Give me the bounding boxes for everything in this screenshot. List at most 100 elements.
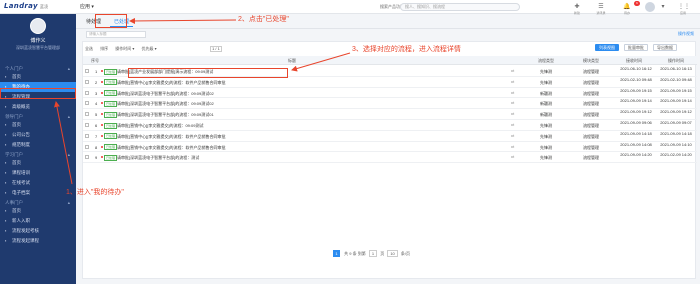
- page-size-input[interactable]: 10: [387, 250, 398, 257]
- row-checkbox[interactable]: [85, 101, 89, 106]
- sidebar-item-hr-home[interactable]: ▪ 首页: [0, 206, 76, 216]
- row-module: 流程管理: [583, 69, 599, 74]
- table-row[interactable]: 2 已处理 请审批[营销中心][李文雅提交]的流程：软件产品销售合同审批 ⇄ 先锋测 流程…: [83, 77, 697, 88]
- export-button[interactable]: 导出数据: [653, 44, 677, 51]
- row-checkbox[interactable]: [85, 90, 89, 95]
- row-checkbox[interactable]: [85, 79, 89, 84]
- status-badge: 已处理: [104, 111, 118, 118]
- list-view-button[interactable]: 列表视图: [595, 44, 619, 51]
- row-title-link[interactable]: 请审批[深圳蓝凌电子智慧平台部]的流程：09:09测试02: [117, 101, 214, 107]
- sidebar-item-overview[interactable]: ▪ 高级概览: [0, 102, 76, 112]
- flow-icon: ⇄: [511, 100, 515, 106]
- new-icon[interactable]: ✚ 新建: [572, 2, 582, 15]
- batch-approve-button[interactable]: 批量审批: [624, 44, 648, 51]
- app-logo[interactable]: Landray 蓝凌: [4, 2, 48, 10]
- table-row[interactable]: 3 已处理 请审批[深圳蓝凌电子智慧平台部]的流程：09:09测试02 ⇄ 新疆测 流程管…: [83, 88, 697, 99]
- pagination: 1 共 9 条 到第 1 页 10 条/页: [333, 250, 410, 258]
- table-row[interactable]: 5 已处理 请审批[深圳蓝凌电子智慧平台部]的流程：09:09测试01 ⇄ 新疆测 流程管…: [83, 109, 697, 120]
- table-row[interactable]: 4 已处理 请审批[深圳蓝凌电子智慧平台部]的流程：09:09测试02 ⇄ 新疆测 流程管…: [83, 98, 697, 110]
- section-learning[interactable]: 学习门户 ▴: [0, 150, 76, 158]
- sort-by-priority[interactable]: 优先级 ▾: [142, 46, 157, 51]
- sidebar-item-announcements[interactable]: ▪ 公司公告: [0, 130, 76, 140]
- annotation-step3: 3、选择对应的流程，进入流程详情: [352, 46, 461, 53]
- page-indicator: 1 / 1: [210, 46, 222, 52]
- page-current[interactable]: 1: [333, 250, 340, 257]
- apps-grid-icon[interactable]: ⋮⋮ 应用: [678, 2, 690, 15]
- row-title-link[interactable]: 请审批[营销中心][李文雅提交]的流程：09:09测试: [117, 123, 203, 129]
- flow-icon: ⇄: [511, 111, 515, 117]
- chevron-up-icon: ▴: [67, 200, 70, 205]
- bell-icon[interactable]: 🔔 待办: [622, 2, 632, 15]
- table-row[interactable]: 9 已处理 请审批[深圳蓝凌电子智慧平台部]的流程：测试 ⇄ 先锋测 流程管理 2021-0…: [83, 152, 697, 164]
- status-badge: 已处理: [104, 68, 118, 75]
- section-hr[interactable]: 人事门户 ▴: [0, 198, 76, 206]
- row-number: 6: [95, 123, 98, 128]
- row-operated-time: 2021-09-09 09:07: [660, 120, 692, 125]
- sidebar-item-process-course[interactable]: ▪ 流程发起课程: [0, 236, 76, 246]
- home-icon: ▪: [5, 160, 7, 165]
- status-badge: 已处理: [104, 144, 118, 151]
- col-no: 序号: [91, 58, 99, 63]
- row-operated-time: 2021-09-09 19:12: [660, 109, 692, 115]
- priority-dot: [101, 113, 103, 116]
- row-checkbox[interactable]: [85, 155, 89, 160]
- highlight-processed-tab: [95, 14, 127, 28]
- sidebar-item-exams[interactable]: ▪ 在线考试: [0, 178, 76, 188]
- row-received-time: 2021-09-09 14:20: [620, 152, 652, 158]
- row-title-link[interactable]: 请审批[营销中心][李文雅提交]的流程：软件产品销售合同审批: [117, 134, 225, 140]
- row-checkbox[interactable]: [85, 144, 89, 149]
- status-badge: 已处理: [104, 79, 118, 86]
- contacts-icon[interactable]: ☰ 通讯录: [596, 2, 606, 15]
- row-operated-time: 2021-09-09 14:18: [660, 130, 692, 136]
- app-menu-dropdown[interactable]: 应用 ▾: [80, 3, 94, 10]
- sidebar-item-home[interactable]: ▪ 首页: [0, 72, 76, 82]
- row-title-link[interactable]: 请审批[深圳蓝凌电子智慧平台部]的流程：09:09测试01: [117, 112, 214, 118]
- table-header: 序号 标题 流程类型 模块类型 接收时间 操作时间: [83, 56, 697, 65]
- sidebar-item-archive[interactable]: ▪ 电子档案: [0, 188, 76, 198]
- notification-badge: 6: [634, 1, 640, 6]
- sidebar-item-learning-home[interactable]: ▪ 首页: [0, 158, 76, 168]
- avatar[interactable]: [645, 2, 655, 12]
- row-checkbox[interactable]: [85, 69, 89, 73]
- sidebar-item-rules[interactable]: ▪ 规范制度: [0, 140, 76, 150]
- row-module: 流程管理: [583, 144, 599, 150]
- row-operated-time: 2021-09-09 14:10: [660, 141, 692, 147]
- global-search-input[interactable]: 搜人、搜知识、搜流程: [400, 3, 520, 11]
- row-checkbox[interactable]: [85, 112, 89, 117]
- row-title-link[interactable]: 请审批[深圳蓝凌电子智慧平台部]的流程：测试: [117, 155, 199, 161]
- row-title-link[interactable]: 请审批[营销中心][李文雅提交]的流程：软件产品销售合同审批: [117, 80, 225, 86]
- priority-dot: [101, 134, 103, 137]
- section-personal[interactable]: 个人门户 ▴: [0, 64, 76, 72]
- row-operated-time: 2021-06-10 16:13: [660, 66, 692, 71]
- table-row[interactable]: 8 已处理 请审批[营销中心][李文雅提交]的流程：软件产品销售合同审批 ⇄ 先锋测 流程…: [83, 142, 697, 153]
- row-title-link[interactable]: 请审批[深圳蓝凌电子智慧平台部]的流程：09:09测试02: [117, 91, 214, 97]
- row-module: 流程管理: [583, 79, 599, 85]
- user-profile: 傅作义 深圳蓝凌智慧平台管理部: [0, 14, 76, 64]
- user-avatar[interactable]: [30, 18, 46, 34]
- table-row[interactable]: 7 已处理 请审批[营销中心][李文雅提交]的流程：软件产品销售合同审批 ⇄ 先锋测 流程…: [83, 131, 697, 142]
- row-title-link[interactable]: 请审批[营销中心][李文雅提交]的流程：软件产品销售合同审批: [117, 145, 225, 151]
- annotation-step1: 1、进入"我的待办": [66, 189, 124, 196]
- sidebar-item-process-exam[interactable]: ▪ 流程发起考核: [0, 226, 76, 236]
- row-operated-time: 2021-09-09 19:14: [660, 98, 692, 104]
- help-video-link[interactable]: 操作视频: [678, 31, 694, 37]
- table-row[interactable]: 6 已处理 请审批[营销中心][李文雅提交]的流程：09:09测试 ⇄ 先锋测 流程管理 2…: [83, 120, 697, 131]
- chevron-down-icon[interactable]: ▾: [658, 2, 668, 12]
- sidebar-item-leader-home[interactable]: ▪ 首页: [0, 120, 76, 130]
- home-icon: ▪: [5, 74, 7, 79]
- top-bar: Landray 蓝凌 应用 ▾ 搜索产品功能 搜人、搜知识、搜流程 ✚ 新建 ☰ 通讯…: [0, 0, 700, 15]
- row-checkbox[interactable]: [85, 123, 89, 127]
- sidebar: 傅作义 深圳蓝凌智慧平台管理部 个人门户 ▴ ▪ 首页 ▪ 我的待办 ▪ 流程管理 ▪ 高…: [0, 14, 76, 284]
- row-checkbox[interactable]: [85, 133, 89, 138]
- page-total: 共 9 条: [344, 251, 357, 256]
- section-leader[interactable]: 领导门户 ▴: [0, 112, 76, 120]
- select-all-checkbox[interactable]: 全选: [85, 46, 93, 51]
- row-number: 2: [95, 79, 98, 85]
- rules-icon: ▪: [5, 142, 7, 147]
- sidebar-item-onboarding[interactable]: ▪ 新人入职: [0, 216, 76, 226]
- sort-by-time[interactable]: 操作时间 ▾: [115, 46, 134, 51]
- course-icon: ▪: [5, 170, 7, 175]
- title-filter-input[interactable]: 请输入标题: [86, 31, 146, 38]
- sidebar-item-courses[interactable]: ▪ 课程培训: [0, 168, 76, 178]
- page-goto-input[interactable]: 1: [368, 250, 378, 257]
